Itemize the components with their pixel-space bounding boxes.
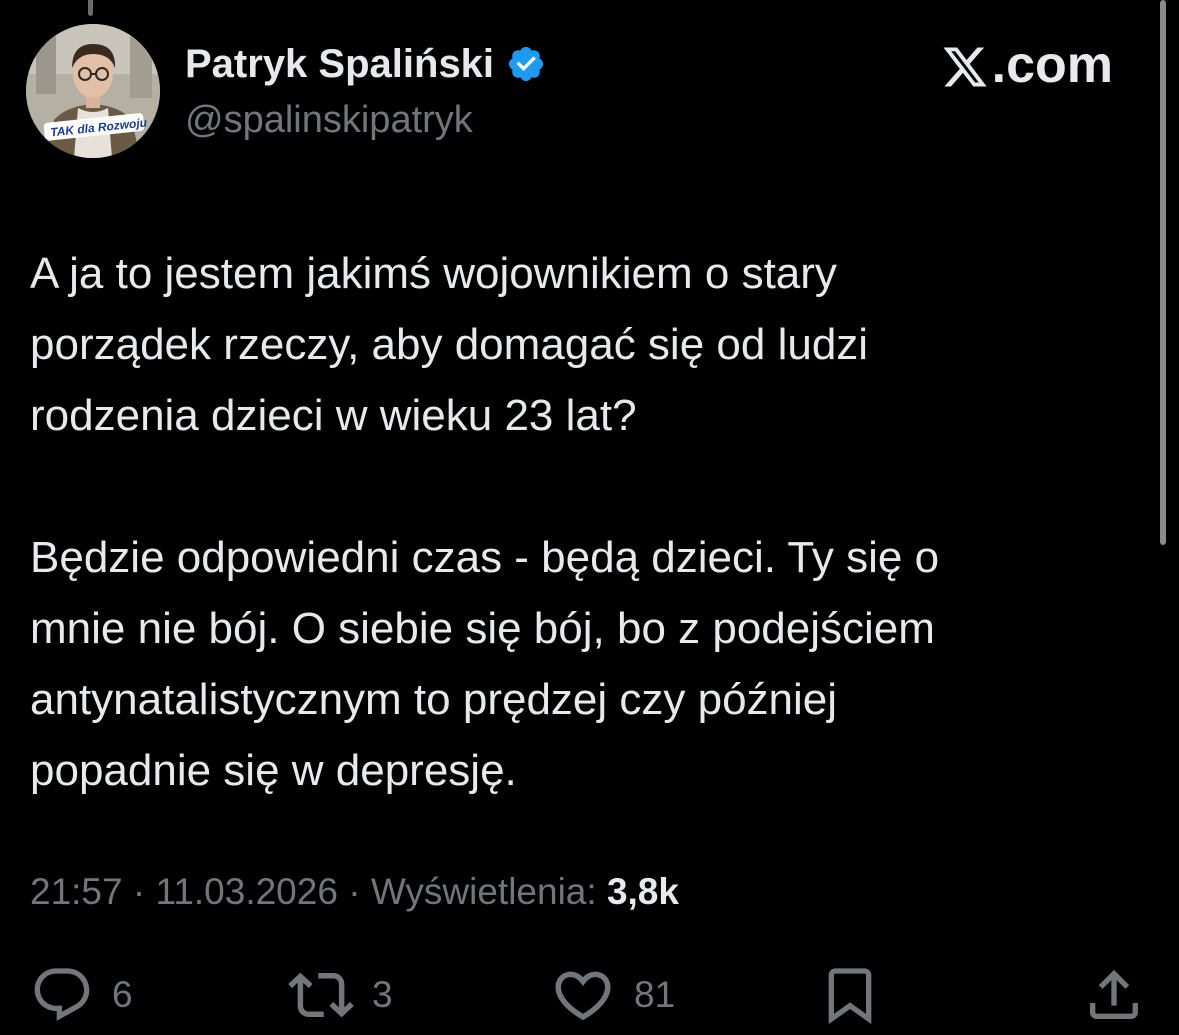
tweet-paragraph: A ja to jestem jakimś wojownikiem o star… bbox=[30, 238, 1130, 451]
reply-button[interactable]: 6 bbox=[30, 960, 133, 1030]
repost-button[interactable]: 3 bbox=[288, 960, 393, 1030]
share-button[interactable] bbox=[1082, 960, 1146, 1030]
bookmark-button[interactable] bbox=[818, 960, 882, 1030]
author-handle[interactable]: @spalinskipatryk bbox=[185, 95, 473, 145]
brand-text: .com bbox=[991, 36, 1113, 94]
tweet-line: A ja to jestem jakimś wojownikiem o star… bbox=[30, 249, 837, 298]
scrollbar-thumb[interactable] bbox=[1160, 0, 1166, 545]
views-label: Wyświetlenia: bbox=[370, 871, 597, 912]
tweet-time[interactable]: 21:57 bbox=[30, 871, 123, 912]
like-count: 81 bbox=[634, 974, 676, 1015]
verified-badge-icon bbox=[506, 44, 546, 84]
share-icon bbox=[1082, 963, 1146, 1027]
reply-count: 6 bbox=[112, 974, 133, 1015]
author-name-row[interactable]: Patryk Spaliński bbox=[185, 38, 546, 90]
views-count[interactable]: 3,8k bbox=[607, 871, 679, 912]
bookmark-icon bbox=[818, 963, 882, 1027]
tweet-line: mnie nie bój. O siebie się bój, bo z pod… bbox=[30, 604, 935, 653]
meta-separator: · bbox=[122, 871, 156, 912]
tweet-date[interactable]: 11.03.2026 bbox=[155, 871, 337, 912]
tweet-paragraph: Będzie odpowiedni czas - będą dzieci. Ty… bbox=[30, 522, 1130, 806]
tweet-meta: 21:57 · 11.03.2026 · Wyświetlenia: 3,8k bbox=[30, 862, 679, 922]
heart-icon bbox=[550, 962, 616, 1028]
tweet-line: rodzenia dzieci w wieku 23 lat? bbox=[30, 391, 637, 440]
top-edge-mark bbox=[88, 0, 93, 16]
meta-separator: · bbox=[337, 871, 371, 912]
x-logo-icon bbox=[940, 41, 990, 89]
like-button[interactable]: 81 bbox=[550, 960, 675, 1030]
tweet-line: porządek rzeczy, aby domagać się od ludz… bbox=[30, 320, 869, 369]
tweet-line: Będzie odpowiedni czas - będą dzieci. Ty… bbox=[30, 533, 940, 582]
repost-icon bbox=[288, 962, 354, 1028]
author-name[interactable]: Patryk Spaliński bbox=[185, 38, 494, 90]
scrollbar[interactable] bbox=[1158, 0, 1168, 550]
reply-icon bbox=[30, 963, 94, 1027]
repost-count: 3 bbox=[372, 974, 393, 1015]
tweet-line: antynatalistycznym to prędzej czy późnie… bbox=[30, 675, 838, 724]
tweet-line: popadnie się w depresję. bbox=[30, 746, 517, 795]
tweet-text: A ja to jestem jakimś wojownikiem o star… bbox=[30, 238, 1130, 806]
action-bar: 6 3 81 bbox=[0, 960, 1179, 1030]
brand-watermark: .com bbox=[940, 32, 1113, 98]
avatar[interactable]: TAK dla Rozwoju bbox=[26, 24, 160, 158]
avatar-image: TAK dla Rozwoju bbox=[26, 24, 160, 158]
